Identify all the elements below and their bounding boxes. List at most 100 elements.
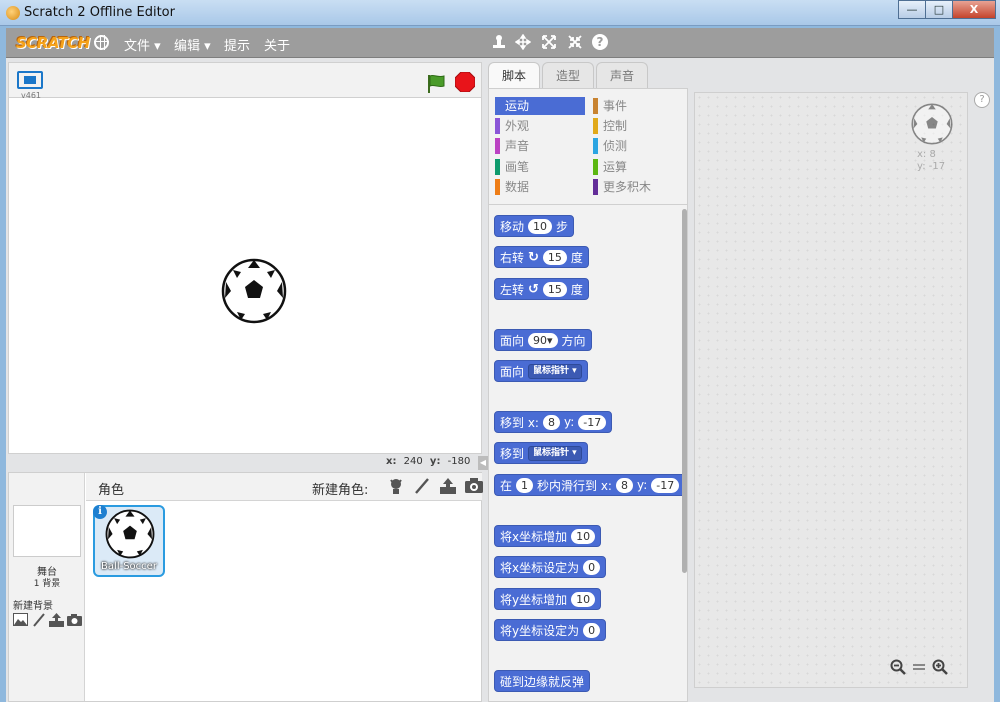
block-set-x-label: 将x坐标设定为 [500, 560, 580, 575]
block-point-towards[interactable]: 面向 鼠标指针 ▾ [494, 360, 588, 382]
block-change-x[interactable]: 将x坐标增加 10 [494, 525, 602, 547]
block-move-steps[interactable]: 10 [528, 218, 553, 234]
block-change-y-value[interactable]: 10 [571, 591, 596, 607]
sprite-x-readout: x: 8 [917, 149, 936, 160]
category-sensing[interactable]: 侦测 [593, 137, 683, 155]
category-motion[interactable]: 运动 [495, 97, 585, 115]
palette-scrollbar[interactable] [682, 209, 687, 573]
window-controls: — □ X [898, 0, 996, 20]
block-set-x-value[interactable]: 0 [583, 559, 601, 575]
backdrop-library-icon[interactable] [13, 613, 28, 627]
block-point-direction[interactable]: 面向 90▾ 方向 [494, 329, 592, 351]
block-turn-left-degrees[interactable]: 15 [542, 281, 567, 297]
scratch-logo[interactable]: SCRATCH [12, 32, 94, 54]
motion-blocks: 移动 10 步 右转 ↻ 15 度 左转 ↺ 15 度 面向 90▾ 方向 面向… [489, 205, 685, 701]
paint-sprite-icon[interactable] [412, 477, 432, 497]
window-titlebar: Scratch 2 Offline Editor — □ X [0, 0, 1000, 26]
block-glide-seconds[interactable]: 1 [516, 477, 534, 493]
block-point-towards-dropdown[interactable]: 鼠标指针 ▾ [528, 363, 582, 379]
camera-backdrop-icon[interactable] [67, 613, 82, 627]
upload-backdrop-icon[interactable] [49, 613, 64, 627]
zoom-out-icon[interactable] [889, 659, 907, 677]
sprite-y-readout: y: -17 [917, 161, 946, 172]
block-set-x[interactable]: 将x坐标设定为 0 [494, 556, 607, 578]
editor-main: v461 x: 240 y: -180 ◀ 舞台 1 背景 新建背景 角色 新建… [6, 58, 994, 702]
block-goto[interactable]: 移到 鼠标指针 ▾ [494, 442, 588, 464]
upload-sprite-icon[interactable] [438, 477, 458, 497]
menubar: SCRATCH 文件 ▾ 编辑 ▾ 提示 关于 ? [6, 28, 994, 58]
block-goto-dropdown[interactable]: 鼠标指针 ▾ [528, 445, 582, 461]
paint-backdrop-icon[interactable] [31, 613, 46, 627]
minimize-button[interactable]: — [898, 0, 926, 19]
block-glide-y-label: y: [636, 478, 648, 492]
category-control[interactable]: 控制 [593, 117, 683, 135]
block-goto-xy[interactable]: 移到 x: 8 y: -17 [494, 411, 613, 433]
new-sprite-label: 新建角色: [312, 483, 369, 498]
new-sprite-tools [386, 477, 484, 497]
sprite-name: Ball-Soccer [101, 561, 157, 572]
block-turn-right[interactable]: 右转 ↻ 15 度 [494, 246, 589, 268]
menu-edit[interactable]: 编辑 ▾ [174, 35, 211, 54]
delete-scissors-icon[interactable] [514, 33, 532, 52]
shrink-icon[interactable] [566, 34, 584, 52]
block-set-y[interactable]: 将y坐标设定为 0 [494, 619, 607, 641]
close-button[interactable]: X [952, 0, 996, 19]
block-goto-y-value[interactable]: -17 [578, 414, 607, 430]
block-change-y[interactable]: 将y坐标增加 10 [494, 588, 602, 610]
category-events[interactable]: 事件 [593, 97, 683, 115]
duplicate-stamp-icon[interactable] [490, 34, 508, 52]
block-turn-left[interactable]: 左转 ↺ 15 度 [494, 278, 589, 300]
tab-costumes[interactable]: 造型 [542, 62, 595, 88]
mouse-coordinates: x: 240 y: -180 [386, 456, 474, 467]
block-glide-x-value[interactable]: 8 [615, 477, 633, 493]
window-title: Scratch 2 Offline Editor [24, 5, 175, 20]
block-move-label: 移动 [500, 219, 525, 234]
block-set-y-value[interactable]: 0 [583, 622, 601, 638]
menu-tips[interactable]: 提示 [224, 35, 250, 54]
menu-file[interactable]: 文件 ▾ [124, 35, 161, 54]
block-point-direction-value[interactable]: 90▾ [528, 332, 558, 348]
menu-about[interactable]: 关于 [264, 35, 290, 54]
block-change-x-value[interactable]: 10 [571, 528, 596, 544]
context-help-icon[interactable]: ? [974, 92, 990, 108]
block-bounce[interactable]: 碰到边缘就反弹 [494, 670, 591, 692]
coord-x-value: 240 [403, 456, 423, 467]
camera-sprite-icon[interactable] [464, 477, 484, 497]
presentation-mode-icon[interactable] [17, 71, 43, 89]
stage-header: v461 [8, 62, 482, 100]
editor-tabs: 脚本 造型 声音 [488, 62, 650, 88]
category-data[interactable]: 数据 [495, 178, 585, 196]
block-move[interactable]: 移动 10 步 [494, 215, 575, 237]
sprite-library-icon[interactable] [386, 477, 406, 497]
block-goto-x-value[interactable]: 8 [542, 414, 560, 430]
grow-icon[interactable] [540, 34, 558, 52]
block-turn-right-degrees[interactable]: 15 [542, 249, 567, 265]
green-flag-icon[interactable] [425, 73, 447, 95]
block-glide-y-value[interactable]: -17 [651, 477, 680, 493]
rotate-right-icon: ↻ [528, 249, 539, 265]
maximize-button[interactable]: □ [925, 0, 953, 19]
sprite-thumbnail-ball-soccer[interactable]: i Ball-Soccer [93, 505, 165, 577]
category-sound[interactable]: 声音 [495, 137, 585, 155]
current-sprite-icon [911, 103, 953, 145]
category-looks[interactable]: 外观 [495, 117, 585, 135]
help-icon[interactable]: ? [592, 34, 608, 50]
soccer-ball-sprite[interactable] [221, 258, 287, 324]
block-palette: 运动 事件 外观 控制 声音 侦测 画笔 运算 数据 更多积木 移动 10 步 … [488, 88, 688, 702]
category-more-blocks[interactable]: 更多积木 [593, 178, 683, 196]
globe-icon[interactable] [94, 35, 109, 50]
stage-canvas[interactable] [8, 98, 482, 454]
collapse-stage-icon[interactable]: ◀ [478, 456, 488, 470]
tab-scripts[interactable]: 脚本 [488, 62, 541, 88]
stage-thumbnail[interactable] [13, 505, 81, 557]
block-goto-label: 移到 [500, 446, 525, 461]
zoom-in-icon[interactable] [931, 659, 949, 677]
scripts-area[interactable]: x: 8 y: -17 [694, 92, 968, 688]
block-glide[interactable]: 在 1 秒内滑行到 x: 8 y: -17 [494, 474, 685, 496]
tab-sounds[interactable]: 声音 [596, 62, 649, 88]
category-operators[interactable]: 运算 [593, 158, 683, 176]
stop-icon[interactable] [454, 71, 476, 93]
category-pen[interactable]: 画笔 [495, 158, 585, 176]
zoom-reset-icon[interactable] [910, 659, 928, 677]
block-glide-label: 在 [500, 478, 513, 493]
